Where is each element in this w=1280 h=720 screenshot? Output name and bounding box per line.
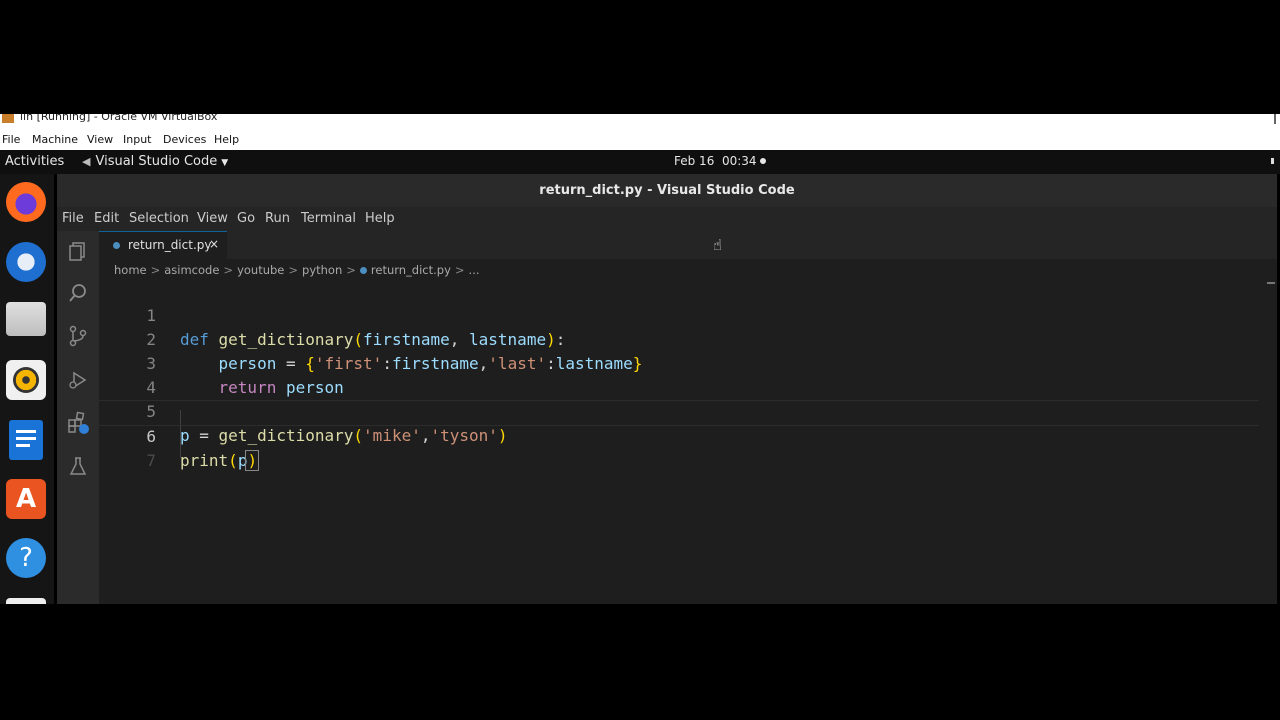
text-cursor: ) — [245, 450, 260, 471]
dock: A ? — [0, 174, 54, 604]
breadcrumb-youtube[interactable]: youtube — [237, 263, 284, 277]
vscode-small-icon: ◀ — [82, 155, 91, 168]
chevron-right-icon: > — [346, 263, 356, 277]
app-menu[interactable]: ◀ Visual Studio Code ▼ — [82, 154, 228, 169]
bracket-token: ( — [228, 451, 238, 470]
line-content: print(p) — [180, 449, 260, 473]
tab-return-dict[interactable]: return_dict.py × — [99, 231, 227, 260]
firefox-icon[interactable] — [6, 182, 46, 222]
rhythmbox-disc-icon — [13, 367, 39, 393]
breadcrumb-home[interactable]: home — [114, 263, 147, 277]
run-debug-glyph — [69, 371, 87, 389]
vscode-menubar: File Edit Selection View Go Run Terminal… — [57, 207, 1277, 231]
gnome-top-bar: Activities ◀ Visual Studio Code ▼ Feb 16 0… — [0, 150, 1280, 174]
system-menu-icon[interactable] — [1271, 158, 1274, 164]
chevron-right-icon: > — [150, 263, 161, 277]
source-control-glyph — [69, 325, 87, 347]
testing-icon[interactable] — [66, 454, 90, 478]
run-debug-icon[interactable] — [66, 368, 90, 392]
close-tab-icon[interactable]: × — [209, 237, 219, 251]
virtualbox-title-bar: lin [Running] - Oracle VM VirtualBox — [0, 114, 1280, 124]
testing-glyph — [69, 457, 87, 475]
window-title: return_dict.py - Visual Studio Code — [57, 174, 1277, 207]
clock-date: Feb 16 — [674, 154, 715, 168]
breadcrumb-python[interactable]: python — [302, 263, 342, 277]
menu-file[interactable]: File — [62, 211, 84, 226]
vbox-menu-help[interactable]: Help — [214, 133, 239, 146]
activities-button[interactable]: Activities — [5, 154, 64, 169]
python-file-icon — [359, 267, 367, 274]
overview-ruler-mark — [1267, 282, 1275, 284]
clock[interactable]: Feb 16 00:34 — [674, 154, 766, 168]
menu-help[interactable]: Help — [365, 211, 395, 226]
writer-icon[interactable] — [9, 420, 43, 460]
source-control-icon[interactable] — [66, 324, 90, 348]
thunderbird-icon[interactable] — [6, 242, 46, 282]
vbox-menu-file[interactable]: File — [2, 133, 20, 146]
app-menu-label: Visual Studio Code — [95, 154, 218, 169]
virtualbox-menubar: File Machine View Input Devices Help — [0, 124, 1280, 150]
editor-tabs: return_dict.py × — [99, 231, 1277, 260]
chevron-right-icon: > — [454, 263, 465, 277]
writer-line-icon — [16, 430, 36, 433]
code-line[interactable]: 5 p = get_dictionary('mike','tyson') — [99, 376, 1259, 445]
extensions-icon[interactable] — [66, 411, 90, 435]
virtualbox-title: lin [Running] - Oracle VM VirtualBox — [20, 114, 218, 123]
code-line-current[interactable]: 6 print(p) — [99, 400, 1259, 471]
search-glyph — [69, 284, 86, 302]
vbox-menu-devices[interactable]: Devices — [163, 133, 206, 146]
explorer-icon[interactable] — [66, 239, 90, 263]
rhythmbox-icon[interactable] — [6, 360, 46, 400]
python-file-icon — [113, 242, 120, 249]
function-token: print — [180, 451, 229, 470]
window-edge — [1274, 114, 1276, 124]
vbox-menu-input[interactable]: Input — [123, 133, 151, 146]
menu-run[interactable]: Run — [265, 211, 290, 226]
vbox-menu-machine[interactable]: Machine — [32, 133, 78, 146]
vbox-menu-view[interactable]: View — [87, 133, 113, 146]
menu-go[interactable]: Go — [237, 211, 255, 226]
line-number: 7 — [146, 451, 156, 470]
extensions-glyph — [68, 411, 89, 434]
help-icon[interactable]: ? — [6, 538, 46, 578]
explorer-glyph — [69, 242, 85, 261]
code-line[interactable]: 7 — [99, 425, 1259, 470]
writer-line-icon — [16, 437, 36, 440]
chevron-right-icon: > — [288, 263, 299, 277]
menu-selection[interactable]: Selection — [129, 211, 189, 226]
code-line[interactable]: 1 def get_dictionary(firstname, lastname… — [99, 280, 1259, 349]
notification-dot-icon — [759, 158, 766, 164]
code-line[interactable]: 2 person = {'first':firstname,'last':las… — [99, 304, 1259, 373]
menu-view[interactable]: View — [197, 211, 228, 226]
chevron-down-icon: ▼ — [221, 158, 229, 168]
clock-time: 00:34 — [721, 154, 757, 168]
code-editor[interactable]: 1 def get_dictionary(firstname, lastname… — [99, 280, 1269, 604]
code-line[interactable]: 3 return person — [99, 328, 1259, 397]
menu-terminal[interactable]: Terminal — [301, 211, 356, 226]
tab-label: return_dict.py — [128, 238, 212, 252]
breadcrumb-asimcode[interactable]: asimcode — [164, 263, 219, 277]
mouse-pointer-icon: ☝ — [713, 236, 723, 254]
virtualbox-icon — [2, 114, 14, 123]
software-icon[interactable]: A — [6, 479, 46, 519]
menu-edit[interactable]: Edit — [94, 211, 119, 226]
breadcrumb: home > asimcode > youtube > python > return_dict… — [114, 263, 480, 277]
code-line[interactable]: 4 — [99, 352, 1259, 397]
files-icon[interactable] — [6, 302, 46, 336]
vscode-window: return_dict.py - Visual Studio Code File… — [57, 174, 1277, 604]
writer-line-icon — [16, 444, 30, 447]
show-apps-icon[interactable] — [6, 598, 46, 604]
search-icon[interactable] — [66, 281, 90, 305]
breadcrumb-more[interactable]: ... — [469, 263, 480, 277]
breadcrumb-file[interactable]: return_dict.py — [371, 263, 451, 277]
chevron-right-icon: > — [223, 263, 234, 277]
activity-bar — [57, 231, 99, 604]
